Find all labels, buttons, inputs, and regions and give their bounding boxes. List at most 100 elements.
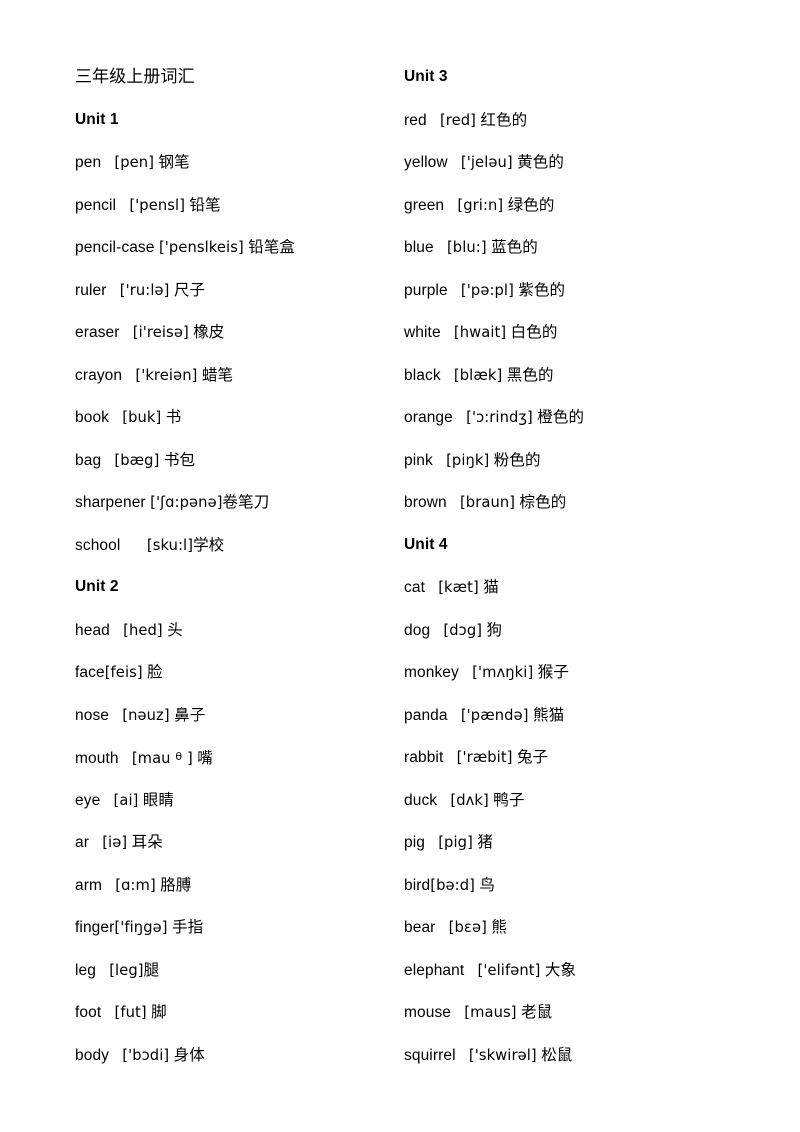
entry-gap: [435, 919, 448, 936]
entry-translation: 兔子: [516, 748, 549, 766]
vocabulary-entry: eraser [i'reisə] 橡皮: [75, 311, 352, 354]
entry-translation: 手指: [172, 918, 204, 936]
vocabulary-page: 三年级上册词汇 Unit 1 pen [pen] 钢笔 pencil ['pensl]…: [0, 0, 800, 1132]
entry-phonetic: [hed]: [123, 621, 163, 639]
entry-word: eye: [75, 791, 101, 809]
entry-translation: 胳膊: [160, 875, 192, 894]
entry-word: monkey: [404, 664, 459, 681]
entry-phonetic: [bæg]: [114, 451, 160, 469]
entry-phonetic: [bə:d]: [430, 876, 475, 894]
entry-gap: [119, 750, 132, 767]
entry-gap: [109, 1047, 122, 1064]
vocabulary-entry: pen [pen] 钢笔: [75, 141, 352, 184]
entry-phonetic: ['ru:lə]: [119, 281, 170, 299]
entry-phonetic: ['ʃɑ:pənə]: [150, 494, 223, 511]
entry-phonetic: [i'reisə]: [132, 324, 189, 341]
entry-gap: [441, 367, 454, 384]
entry-word: duck: [404, 791, 438, 809]
unit-heading: Unit 4: [404, 535, 448, 553]
entry-gap: [459, 664, 472, 681]
entry-word: rabbit: [404, 749, 444, 766]
entry-word: panda: [404, 706, 448, 724]
entry-gap: [433, 452, 446, 469]
entry-translation: 狗: [486, 620, 503, 639]
entry-word: black: [404, 366, 441, 384]
entry-translation: 绿色的: [507, 195, 555, 214]
entry-gap: [437, 792, 450, 809]
entry-word: ar: [75, 834, 89, 851]
entry-translation: 钢笔: [158, 153, 190, 171]
entry-translation: 鸭子: [493, 790, 525, 809]
entry-gap: [441, 324, 454, 341]
entry-translation: 蓝色的: [491, 238, 538, 256]
vocabulary-entry: bag [bæg] 书包: [75, 439, 352, 482]
entry-word: squirrel: [404, 1046, 456, 1064]
vocabulary-entry: nose [nəuz] 鼻子: [75, 694, 352, 737]
entry-word: bear: [404, 919, 436, 936]
entry-gap: [464, 962, 477, 979]
entry-phonetic: ['penslkeis]: [158, 239, 244, 256]
vocabulary-entry: green [gri:n] 绿色的: [404, 184, 725, 227]
entry-gap: [430, 622, 443, 639]
entry-word: finger: [75, 919, 115, 936]
entry-translation: 头: [167, 620, 183, 639]
vocabulary-entry: body ['bɔdi] 身体: [75, 1034, 352, 1077]
entry-phonetic: ['fiŋgə]: [114, 919, 168, 936]
entry-gap: [101, 1004, 114, 1021]
entry-phonetic: ['skwirəl]: [468, 1046, 537, 1064]
entry-gap: [120, 537, 146, 554]
entry-gap: [122, 367, 135, 384]
entry-gap: [102, 877, 115, 894]
entry-translation: 橙色的: [537, 408, 585, 426]
entry-word: brown: [404, 494, 447, 511]
vocabulary-entry: sharpener ['ʃɑ:pənə]卷笔刀: [75, 481, 352, 524]
vocabulary-entry: bear [bɛə] 熊: [404, 906, 725, 949]
entry-phonetic: [feis]: [104, 664, 143, 681]
two-column-layout: 三年级上册词汇 Unit 1 pen [pen] 钢笔 pencil ['pensl]…: [0, 56, 800, 1076]
entry-phonetic: [bɛə]: [448, 919, 487, 936]
entry-phonetic: [pig]: [438, 834, 473, 851]
entry-phonetic: [hwait]: [453, 324, 507, 341]
entry-translation: 熊猫: [532, 705, 565, 724]
entry-word: cat: [404, 579, 425, 596]
entry-phonetic: ['pændə]: [460, 706, 529, 724]
entry-phonetic: [dʌk]: [450, 791, 489, 809]
vocabulary-entry: bird[bə:d] 鸟: [404, 864, 725, 907]
vocabulary-entry: finger['fiŋgə] 手指: [75, 906, 352, 949]
unit-heading: Unit 2: [75, 578, 119, 595]
entry-phonetic: ['kreiən]: [135, 366, 198, 384]
entry-word: dog: [404, 621, 431, 639]
vocabulary-entry: brown [braun] 棕色的: [404, 481, 725, 524]
vocabulary-entry: foot [fut] 脚: [75, 991, 352, 1034]
entry-translation: 书: [165, 408, 182, 426]
entry-phonetic: [nəuz]: [122, 706, 170, 724]
entry-gap: [425, 834, 438, 851]
vocabulary-entry: pig [pig] 猪: [404, 821, 725, 864]
vocabulary-entry: pencil-case ['penslkeis] 铅笔盒: [75, 226, 352, 269]
vocabulary-entry: crayon ['kreiən] 蜡笔: [75, 354, 352, 397]
entry-word: pink: [404, 451, 433, 469]
entry-word: yellow: [404, 154, 448, 171]
unit-heading: Unit 1: [75, 110, 119, 128]
entry-word: foot: [75, 1004, 102, 1021]
entry-phonetic: [sku:l]: [146, 536, 194, 554]
entry-translation: 粉色的: [493, 450, 541, 469]
entry-gap: [120, 324, 133, 341]
entry-gap: [110, 622, 123, 639]
entry-phonetic: ['bɔdi]: [122, 1046, 170, 1064]
entry-translation: 脚: [151, 1003, 167, 1021]
entry-word: leg: [75, 961, 96, 979]
entry-gap: [96, 962, 109, 979]
entry-word: nose: [75, 706, 110, 724]
entry-gap: [451, 1004, 464, 1021]
entry-phonetic: [blæk]: [453, 366, 503, 384]
entry-phonetic: [dɔg]: [443, 621, 483, 639]
entry-gap: [448, 154, 461, 171]
entry-phonetic: ['pə:pl]: [460, 281, 514, 299]
vocabulary-entry: eye [ai] 眼睛: [75, 779, 352, 822]
entry-word: blue: [404, 239, 434, 256]
vocabulary-entry: ruler ['ru:lə] 尺子: [75, 269, 352, 312]
entry-translation: 红色的: [480, 110, 528, 129]
entry-translation: 松鼠: [541, 1045, 573, 1064]
vocabulary-entry: panda ['pændə] 熊猫: [404, 694, 725, 737]
